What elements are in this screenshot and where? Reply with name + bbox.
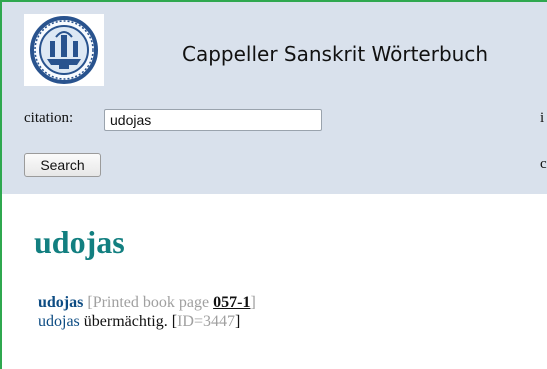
id-close-bracket: ] (234, 313, 241, 330)
printed-page-link[interactable]: 057-1 (213, 294, 250, 311)
entry-id: ID=3447 (177, 313, 235, 330)
browser-frame: Cappeller Sanskrit Wörterbuch citation: … (0, 0, 547, 369)
citation-input[interactable] (104, 109, 322, 131)
entry-definition-line: udojas übermächtig. [ID=3447] (38, 313, 240, 331)
dictionary-header: Cappeller Sanskrit Wörterbuch citation: … (2, 2, 547, 194)
printed-page-prefix: [Printed book page (87, 294, 214, 311)
entry-headword: udojas (34, 224, 125, 260)
search-button[interactable]: Search (24, 153, 101, 177)
entry-definition: übermächtig. (79, 313, 172, 330)
dictionary-entry-panel: udojas udojas [Printed book page 057-1] … (22, 194, 547, 369)
citation-label: citation: (24, 110, 74, 126)
cutoff-control-label: c (540, 156, 547, 172)
entry-source-line: udojas [Printed book page 057-1] (38, 294, 256, 312)
cutoff-control-label: i (540, 110, 545, 126)
entry-term: udojas (38, 313, 80, 330)
university-seal-icon (24, 14, 104, 86)
printed-page-suffix: ] (250, 294, 256, 311)
entry-term: udojas (38, 294, 84, 311)
page-title: Cappeller Sanskrit Wörterbuch (182, 42, 488, 66)
